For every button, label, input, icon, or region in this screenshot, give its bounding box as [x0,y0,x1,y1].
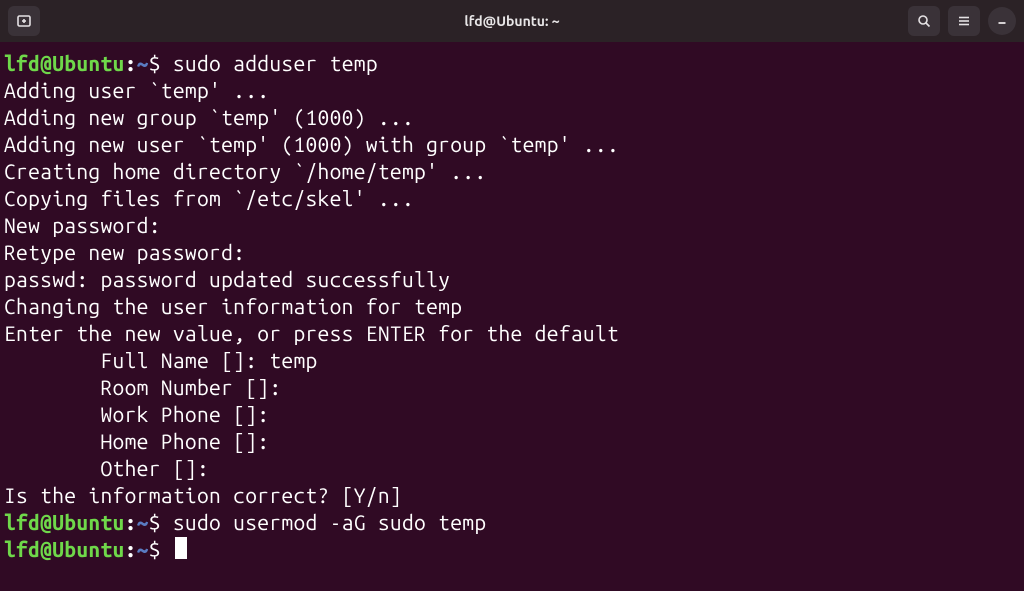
output-line: Adding new group `temp' (1000) ... [4,104,1020,131]
output-line: Work Phone []: [4,401,1020,428]
output-line: Changing the user information for temp [4,293,1020,320]
prompt-user: lfd@Ubuntu [4,537,125,561]
window-title: lfd@Ubuntu: ~ [0,13,1024,29]
prompt-colon: : [125,51,137,75]
prompt-line-1: lfd@Ubuntu:~$ sudo adduser temp [4,50,1020,77]
titlebar-left [8,6,40,36]
prompt-user: lfd@Ubuntu [4,51,125,75]
minimize-button[interactable] [988,7,1016,35]
output-line: Other []: [4,455,1020,482]
prompt-user: lfd@Ubuntu [4,510,125,534]
prompt-line-2: lfd@Ubuntu:~$ sudo usermod -aG sudo temp [4,509,1020,536]
output-line: Enter the new value, or press ENTER for … [4,320,1020,347]
prompt-symbol: $ [149,510,161,534]
prompt-path: ~ [137,51,149,75]
prompt-colon: : [125,537,137,561]
command-text [161,537,173,561]
output-line: Full Name []: temp [4,347,1020,374]
search-button[interactable] [908,6,940,36]
prompt-symbol: $ [149,537,161,561]
command-text: sudo adduser temp [161,51,378,75]
output-line: Creating home directory `/home/temp' ... [4,158,1020,185]
prompt-line-3: lfd@Ubuntu:~$ [4,536,1020,563]
command-text: sudo usermod -aG sudo temp [161,510,487,534]
prompt-symbol: $ [149,51,161,75]
output-line: passwd: password updated successfully [4,266,1020,293]
titlebar-right [908,6,1016,36]
output-line: Home Phone []: [4,428,1020,455]
prompt-colon: : [125,510,137,534]
cursor [175,537,187,559]
output-line: Is the information correct? [Y/n] [4,482,1020,509]
menu-button[interactable] [948,6,980,36]
titlebar: lfd@Ubuntu: ~ [0,0,1024,42]
output-line: Copying files from `/etc/skel' ... [4,185,1020,212]
new-tab-button[interactable] [8,6,40,36]
output-line: Adding user `temp' ... [4,77,1020,104]
prompt-path: ~ [137,537,149,561]
output-line: Adding new user `temp' (1000) with group… [4,131,1020,158]
output-line: Room Number []: [4,374,1020,401]
output-line: Retype new password: [4,239,1020,266]
output-line: New password: [4,212,1020,239]
prompt-path: ~ [137,510,149,534]
terminal-area[interactable]: lfd@Ubuntu:~$ sudo adduser temp Adding u… [0,42,1024,571]
